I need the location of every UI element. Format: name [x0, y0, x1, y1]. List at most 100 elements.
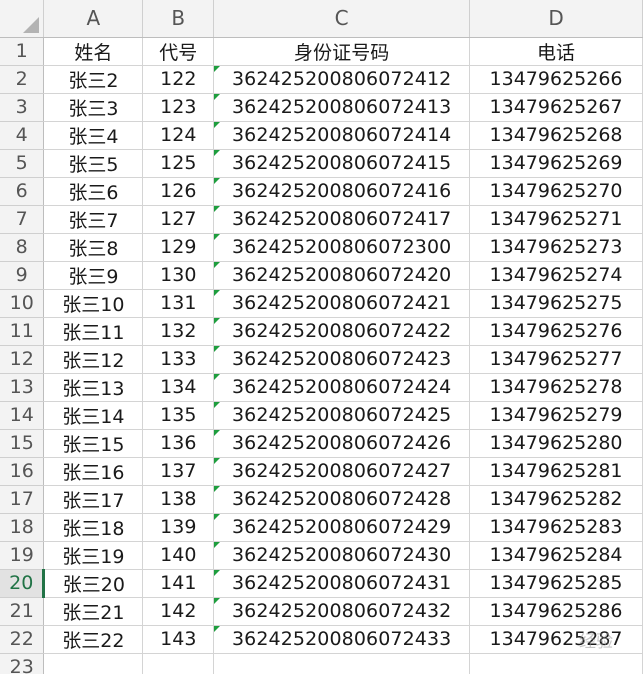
cell-phone[interactable]: 13479625267: [469, 93, 643, 122]
cell-code[interactable]: 137: [142, 457, 215, 486]
cell-phone[interactable]: 13479625285: [469, 569, 643, 598]
cell-name[interactable]: 张三16: [43, 457, 144, 486]
cell-phone[interactable]: 13479625268: [469, 121, 643, 150]
row-header[interactable]: 15: [0, 429, 45, 458]
row-header[interactable]: 11: [0, 317, 45, 346]
row-header[interactable]: 6: [0, 177, 45, 206]
cell-code[interactable]: 140: [142, 541, 215, 570]
cell-code[interactable]: 127: [142, 205, 215, 234]
row-header[interactable]: 7: [0, 205, 45, 234]
cell-id-number[interactable]: 362425200806072426: [213, 429, 471, 458]
cell-name[interactable]: 张三22: [43, 625, 144, 654]
cell-code[interactable]: 130: [142, 261, 215, 290]
cell-id-number[interactable]: 362425200806072432: [213, 597, 471, 626]
cell-phone[interactable]: 13479625277: [469, 345, 643, 374]
cell-empty[interactable]: [469, 653, 643, 674]
cell-id-number[interactable]: 362425200806072420: [213, 261, 471, 290]
cell-name[interactable]: 张三12: [43, 345, 144, 374]
cell-phone[interactable]: 13479625276: [469, 317, 643, 346]
cell-code[interactable]: 134: [142, 373, 215, 402]
row-header[interactable]: 22: [0, 625, 45, 654]
cell-id-number[interactable]: 362425200806072417: [213, 205, 471, 234]
cell-code[interactable]: 143: [142, 625, 215, 654]
cell-id-number[interactable]: 362425200806072427: [213, 457, 471, 486]
row-header[interactable]: 5: [0, 149, 45, 178]
row-header[interactable]: 4: [0, 121, 45, 150]
cell-id-number[interactable]: 362425200806072412: [213, 65, 471, 94]
row-header[interactable]: 3: [0, 93, 45, 122]
cell-id-number[interactable]: 362425200806072422: [213, 317, 471, 346]
cell-code[interactable]: 142: [142, 597, 215, 626]
row-header[interactable]: 19: [0, 541, 45, 570]
cell-name[interactable]: 张三19: [43, 541, 144, 570]
cell-empty[interactable]: [43, 653, 144, 674]
column-header-b[interactable]: B: [142, 0, 215, 38]
cell-phone[interactable]: 13479625287: [469, 625, 643, 654]
cell-code[interactable]: 122: [142, 65, 215, 94]
cell-phone[interactable]: 13479625283: [469, 513, 643, 542]
cell-name[interactable]: 张三2: [43, 65, 144, 94]
row-header[interactable]: 21: [0, 597, 45, 626]
cell-code[interactable]: 124: [142, 121, 215, 150]
cell-id-number[interactable]: 362425200806072428: [213, 485, 471, 514]
cell-name-header[interactable]: 姓名: [43, 37, 144, 66]
cell-code[interactable]: 141: [142, 569, 215, 598]
cell-phone[interactable]: 13479625281: [469, 457, 643, 486]
cell-phone[interactable]: 13479625270: [469, 177, 643, 206]
cell-name[interactable]: 张三6: [43, 177, 144, 206]
cell-id-number[interactable]: 362425200806072431: [213, 569, 471, 598]
cell-phone[interactable]: 13479625273: [469, 233, 643, 262]
row-header[interactable]: 13: [0, 373, 45, 402]
cell-id-number[interactable]: 362425200806072414: [213, 121, 471, 150]
row-header[interactable]: 1: [0, 37, 45, 66]
cell-name[interactable]: 张三15: [43, 429, 144, 458]
column-header-d[interactable]: D: [469, 0, 643, 38]
cell-phone-header[interactable]: 电话: [469, 37, 643, 66]
cell-id-number[interactable]: 362425200806072421: [213, 289, 471, 318]
cell-name[interactable]: 张三3: [43, 93, 144, 122]
row-header[interactable]: 23: [0, 653, 45, 674]
cell-code[interactable]: 132: [142, 317, 215, 346]
row-header[interactable]: 12: [0, 345, 45, 374]
cell-name[interactable]: 张三9: [43, 261, 144, 290]
cell-id-number[interactable]: 362425200806072430: [213, 541, 471, 570]
row-header[interactable]: 16: [0, 457, 45, 486]
cell-phone[interactable]: 13479625286: [469, 597, 643, 626]
cell-phone[interactable]: 13479625275: [469, 289, 643, 318]
column-header-a[interactable]: A: [43, 0, 144, 38]
cell-name[interactable]: 张三17: [43, 485, 144, 514]
cell-code[interactable]: 138: [142, 485, 215, 514]
cell-id-header[interactable]: 身份证号码: [213, 37, 471, 66]
cell-phone[interactable]: 13479625266: [469, 65, 643, 94]
select-all-corner[interactable]: [0, 0, 45, 38]
cell-phone[interactable]: 13479625284: [469, 541, 643, 570]
cell-code[interactable]: 131: [142, 289, 215, 318]
cell-phone[interactable]: 13479625282: [469, 485, 643, 514]
row-header[interactable]: 2: [0, 65, 45, 94]
cell-phone[interactable]: 13479625269: [469, 149, 643, 178]
row-header[interactable]: 14: [0, 401, 45, 430]
cell-id-number[interactable]: 362425200806072425: [213, 401, 471, 430]
row-header[interactable]: 20: [0, 569, 46, 598]
row-header[interactable]: 10: [0, 289, 45, 318]
cell-name[interactable]: 张三7: [43, 205, 144, 234]
cell-name[interactable]: 张三11: [43, 317, 144, 346]
cell-code[interactable]: 123: [142, 93, 215, 122]
cell-id-number[interactable]: 362425200806072415: [213, 149, 471, 178]
row-header[interactable]: 9: [0, 261, 45, 290]
cell-name[interactable]: 张三10: [43, 289, 144, 318]
cell-empty[interactable]: [213, 653, 471, 674]
cell-name[interactable]: 张三4: [43, 121, 144, 150]
cell-phone[interactable]: 13479625278: [469, 373, 643, 402]
cell-code[interactable]: 133: [142, 345, 215, 374]
cell-name[interactable]: 张三14: [43, 401, 144, 430]
cell-phone[interactable]: 13479625280: [469, 429, 643, 458]
cell-name[interactable]: 张三13: [43, 373, 144, 402]
cell-id-number[interactable]: 362425200806072423: [213, 345, 471, 374]
cell-code[interactable]: 125: [142, 149, 215, 178]
cell-name[interactable]: 张三18: [43, 513, 144, 542]
cell-empty[interactable]: [142, 653, 215, 674]
column-header-c[interactable]: C: [213, 0, 471, 38]
row-header[interactable]: 18: [0, 513, 45, 542]
cell-id-number[interactable]: 362425200806072433: [213, 625, 471, 654]
